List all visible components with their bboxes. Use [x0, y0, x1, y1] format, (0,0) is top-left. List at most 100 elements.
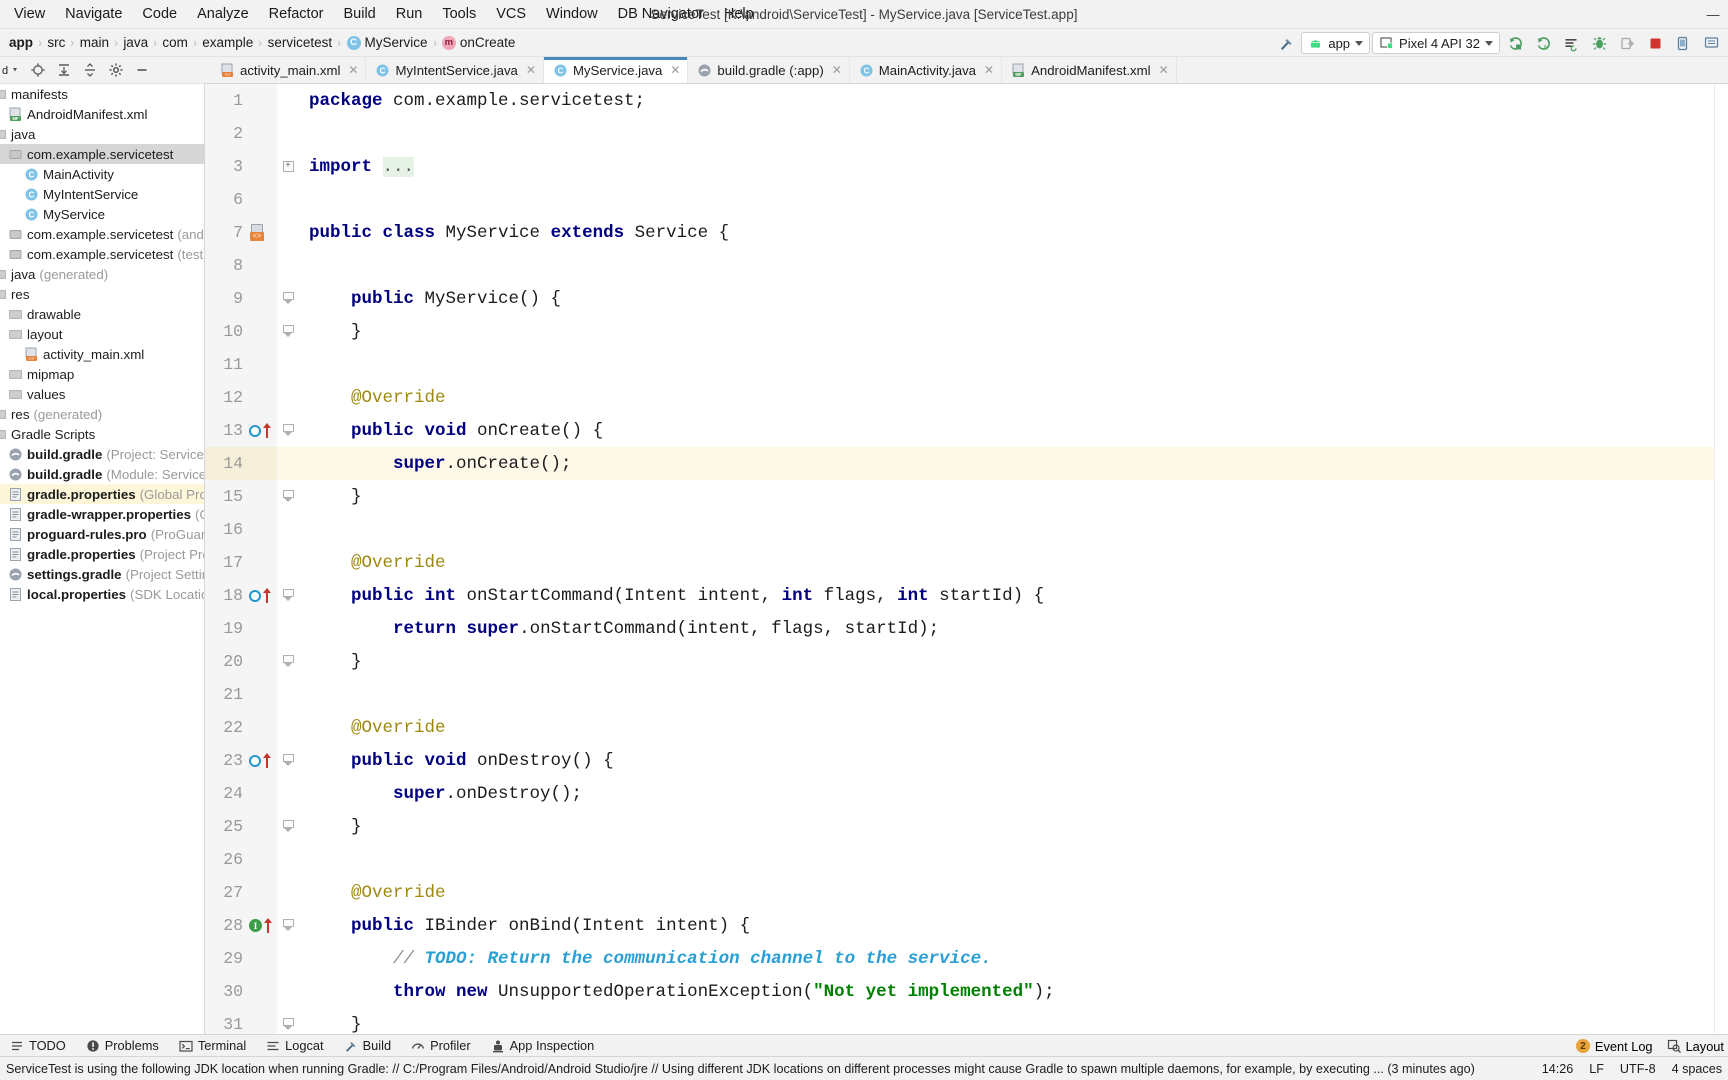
line-number-cell[interactable]: 31: [205, 1008, 277, 1034]
breadcrumb-item-main[interactable]: main: [77, 35, 112, 50]
menu-code[interactable]: Code: [132, 4, 187, 25]
toolwindow-button-todo[interactable]: TODO: [0, 1038, 76, 1053]
code-line[interactable]: 31 }: [205, 1008, 1728, 1034]
code-line[interactable]: 16: [205, 513, 1728, 546]
class-resource-gutter-icon[interactable]: <>: [249, 224, 266, 241]
tree-item[interactable]: <> activity_main.xml: [0, 344, 204, 364]
fold-gutter-cell[interactable]: [277, 414, 299, 447]
fold-gutter-cell[interactable]: [277, 1008, 299, 1034]
run-with-profiler-icon[interactable]: [1558, 31, 1584, 55]
tree-item[interactable]: drawable: [0, 304, 204, 324]
menu-analyze[interactable]: Analyze: [187, 4, 259, 25]
code-text[interactable]: @Override: [299, 883, 446, 903]
code-text[interactable]: super.onCreate();: [299, 454, 572, 474]
line-number-cell[interactable]: 26: [205, 843, 277, 876]
code-line[interactable]: 15 }: [205, 480, 1728, 513]
line-number-cell[interactable]: 18: [205, 579, 277, 612]
code-line[interactable]: 12 @Override: [205, 381, 1728, 414]
close-icon[interactable]: ✕: [984, 63, 994, 77]
line-number-cell[interactable]: 9: [205, 282, 277, 315]
fold-gutter-cell[interactable]: [277, 546, 299, 579]
code-line[interactable]: 7 <> public class MyService extends Servic…: [205, 216, 1728, 249]
toolwindow-button-build[interactable]: Build: [334, 1038, 401, 1053]
code-line[interactable]: 13 public void onCreate() {: [205, 414, 1728, 447]
select-opened-file-icon[interactable]: [26, 59, 50, 81]
tree-item[interactable]: proguard-rules.pro(ProGuard Rule: [0, 524, 204, 544]
override-marker-icon[interactable]: [249, 423, 272, 438]
fold-gutter-cell[interactable]: +: [277, 150, 299, 183]
menu-navigate[interactable]: Navigate: [55, 4, 132, 25]
tree-item[interactable]: gradle.properties(Global Propertie: [0, 484, 204, 504]
code-text[interactable]: }: [299, 652, 362, 672]
implements-marker-icon[interactable]: I: [249, 918, 273, 933]
fold-gutter-cell[interactable]: [277, 183, 299, 216]
collapse-fold-icon[interactable]: [282, 424, 294, 437]
device-selector[interactable]: Pixel 4 API 32: [1372, 32, 1500, 54]
line-number-cell[interactable]: 30: [205, 975, 277, 1008]
tree-item[interactable]: C MyIntentService: [0, 184, 204, 204]
code-line[interactable]: 18 public int onStartCommand(Intent inte…: [205, 579, 1728, 612]
menu-window[interactable]: Window: [536, 4, 608, 25]
expand-fold-icon[interactable]: +: [282, 161, 294, 172]
breadcrumb-item-oncreate[interactable]: m onCreate: [439, 35, 519, 50]
line-number-cell[interactable]: 13: [205, 414, 277, 447]
fold-gutter-cell[interactable]: [277, 513, 299, 546]
code-text[interactable]: // TODO: Return the communication channe…: [299, 949, 992, 969]
line-number-cell[interactable]: 16: [205, 513, 277, 546]
code-text[interactable]: public class MyService extends Service {: [299, 223, 729, 243]
line-number-cell[interactable]: 3: [205, 150, 277, 183]
line-number-cell[interactable]: 22: [205, 711, 277, 744]
fold-gutter-cell[interactable]: [277, 348, 299, 381]
fold-gutter-cell[interactable]: [277, 678, 299, 711]
line-number-cell[interactable]: 27: [205, 876, 277, 909]
line-number-cell[interactable]: 12: [205, 381, 277, 414]
fold-gutter-cell[interactable]: [277, 282, 299, 315]
fold-gutter-cell[interactable]: [277, 480, 299, 513]
menu-help[interactable]: Help: [714, 4, 764, 25]
fold-gutter-cell[interactable]: [277, 843, 299, 876]
code-line[interactable]: 17 @Override: [205, 546, 1728, 579]
fold-gutter-cell[interactable]: [277, 711, 299, 744]
line-number-cell[interactable]: 21: [205, 678, 277, 711]
menu-vcs[interactable]: VCS: [486, 4, 536, 25]
fold-gutter-cell[interactable]: [277, 249, 299, 282]
close-icon[interactable]: ✕: [1159, 63, 1169, 77]
editor-tab-myservice-java[interactable]: C MyService.java ✕: [543, 57, 689, 83]
tree-item[interactable]: com.example.servicetest (test): [0, 244, 204, 264]
code-text[interactable]: }: [299, 322, 362, 342]
line-number-cell[interactable]: 10: [205, 315, 277, 348]
code-line[interactable]: 8: [205, 249, 1728, 282]
tree-item[interactable]: build.gradle(Project: ServiceTest): [0, 444, 204, 464]
status-indent[interactable]: 4 spaces: [1672, 1062, 1722, 1076]
collapse-fold-icon[interactable]: [282, 919, 294, 932]
code-line[interactable]: 11: [205, 348, 1728, 381]
code-line[interactable]: 27 @Override: [205, 876, 1728, 909]
line-number-cell[interactable]: 1: [205, 84, 277, 117]
code-text[interactable]: }: [299, 487, 362, 507]
collapse-fold-icon[interactable]: [282, 655, 294, 668]
collapse-all-icon[interactable]: [78, 59, 102, 81]
layout-inspector-button[interactable]: Layout: [1667, 1039, 1724, 1054]
close-icon[interactable]: ✕: [832, 63, 842, 77]
tree-item[interactable]: C MyService: [0, 204, 204, 224]
code-line[interactable]: 6: [205, 183, 1728, 216]
fold-gutter-cell[interactable]: [277, 810, 299, 843]
menu-build[interactable]: Build: [333, 4, 385, 25]
expand-all-icon[interactable]: [52, 59, 76, 81]
fold-gutter-cell[interactable]: [277, 117, 299, 150]
code-text[interactable]: @Override: [299, 388, 446, 408]
settings-gear-icon[interactable]: [104, 59, 128, 81]
code-line[interactable]: 22 @Override: [205, 711, 1728, 744]
tree-item[interactable]: values: [0, 384, 204, 404]
code-text[interactable]: public void onCreate() {: [299, 421, 603, 441]
line-number-cell[interactable]: 25: [205, 810, 277, 843]
line-number-cell[interactable]: 19: [205, 612, 277, 645]
editor-tab-build-gradle-app-[interactable]: build.gradle (:app) ✕: [688, 57, 850, 83]
fold-gutter-cell[interactable]: [277, 84, 299, 117]
editor-tab-androidmanifest-xml[interactable]: MF AndroidManifest.xml ✕: [1002, 57, 1177, 83]
event-log-button[interactable]: 2 Event Log: [1575, 1039, 1653, 1054]
breadcrumb-item-app[interactable]: app: [6, 35, 36, 50]
fold-gutter-cell[interactable]: [277, 612, 299, 645]
run-configuration-selector[interactable]: app: [1301, 32, 1371, 54]
fold-gutter-cell[interactable]: [277, 381, 299, 414]
